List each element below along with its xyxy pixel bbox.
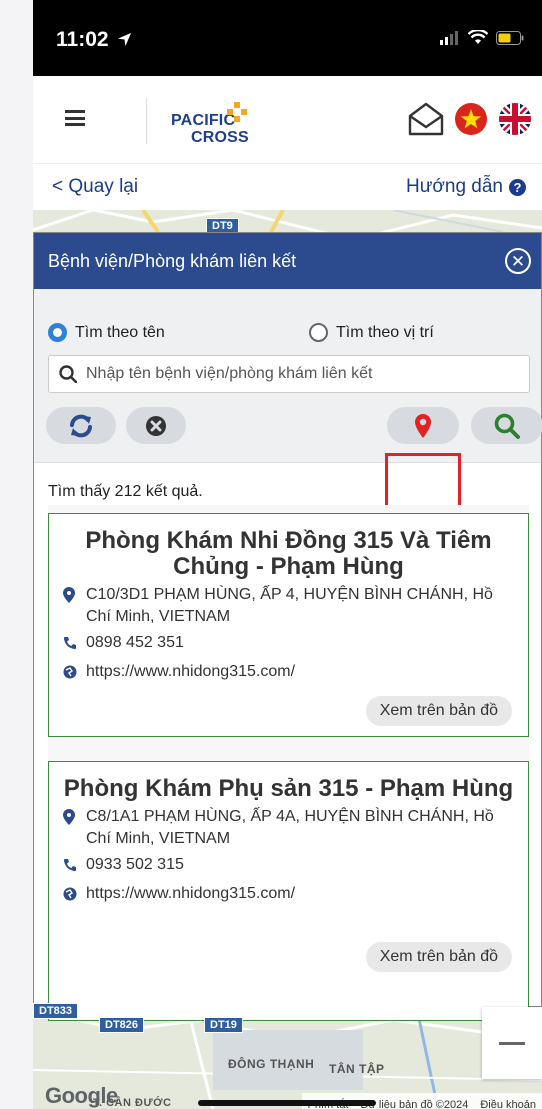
search-input[interactable]: Nhập tên bệnh viện/phòng khám liên kết (48, 355, 530, 393)
modal-header: Bệnh viện/Phòng khám liên kết ✕ (34, 233, 541, 289)
wifi-icon (468, 30, 488, 44)
clinic-address-text: C10/3D1 PHẠM HÙNG, ẤP 4, HUYỆN BÌNH CHÁN… (86, 586, 493, 625)
home-indicator (198, 1100, 376, 1106)
minus-icon (499, 1041, 525, 1045)
place-label-tan-tap: TÂN TẬP (329, 1062, 385, 1076)
header-actions (408, 102, 532, 136)
uk-flag-icon[interactable] (498, 102, 532, 136)
cellular-signal-icon (440, 30, 458, 45)
pacific-cross-logo[interactable]: PACIFIC CROSS (171, 102, 261, 146)
partner-clinics-modal: Bệnh viện/Phòng khám liên kết ✕ Tìm theo… (33, 232, 542, 1021)
clinic-address-text: C8/1A1 PHẠM HÙNG, ẤP 4A, HUYỆN BÌNH CHÁN… (86, 808, 494, 847)
results-list[interactable]: Phòng Khám Nhi Đồng 315 Và Tiêm Chủng - … (48, 505, 529, 1021)
battery-icon (496, 30, 524, 45)
radio-label-location: Tìm theo vị trí (336, 323, 434, 341)
clinic-phone-text[interactable]: 0933 502 315 (86, 854, 184, 876)
logo-line-2: CROSS (191, 129, 249, 146)
clinic-phone-text[interactable]: 0898 452 351 (86, 632, 184, 654)
clear-icon (146, 415, 166, 436)
clinic-address: C10/3D1 PHẠM HÙNG, ẤP 4, HUYỆN BÌNH CHÁN… (63, 584, 514, 628)
question-icon: ? (509, 178, 526, 196)
view-on-map-button[interactable]: Xem trên bản đồ (365, 942, 512, 972)
map-marker-icon (63, 809, 75, 825)
help-label: Hướng dẫn (405, 176, 503, 197)
status-bar: 11:02 (33, 0, 542, 76)
close-icon[interactable]: ✕ (505, 248, 531, 274)
help-link[interactable]: Hướng dẫn ? (406, 176, 526, 198)
map-data-text: Dữ liệu bản đồ ©2024 (360, 1098, 469, 1109)
phone-icon (63, 859, 76, 872)
clinic-name: Phòng Khám Phụ sản 315 - Phạm Hùng (63, 775, 514, 802)
clinic-website-text[interactable]: https://www.nhidong315.com/ (86, 883, 295, 905)
search-placeholder: Nhập tên bệnh viện/phòng khám liên kết (86, 365, 373, 382)
radio-selected-icon (48, 323, 67, 342)
logo-line-1: PACIFIC (171, 112, 236, 129)
result-card[interactable]: Phòng Khám Nhi Đồng 315 Và Tiêm Chủng - … (48, 513, 529, 737)
phone-icon (63, 637, 76, 650)
road-tag-dt833: DT833 (33, 1003, 79, 1019)
status-time: 11:02 (56, 28, 132, 52)
clinic-phone: 0898 452 351 (63, 632, 514, 657)
place-label-dong-thanh: ĐÔNG THẠNH (228, 1057, 315, 1071)
map-marker-icon (63, 587, 75, 603)
search-icon (59, 365, 77, 383)
google-logo: Google (45, 1083, 118, 1108)
search-button[interactable] (471, 407, 542, 444)
location-arrow-icon (118, 32, 132, 47)
view-on-map-button[interactable]: Xem trên bản đồ (365, 696, 512, 726)
navigation-row: < Quay lại Hướng dẫn ? (33, 164, 542, 210)
envelope-icon[interactable] (408, 102, 444, 136)
radio-unselected-icon (309, 323, 328, 342)
result-count: Tìm thấy 212 kết quả. (48, 483, 203, 500)
map-bottom: DT833 DT826 DT19 ĐÔNG THẠNH TÂN TẬP T. C… (33, 1003, 542, 1109)
phone-screen: 11:02 PACIFIC CROSS < Quay lại Hướng dẫn… (33, 0, 542, 1109)
radio-label-name: Tìm theo tên (75, 323, 165, 341)
clear-button[interactable] (126, 407, 186, 444)
hamburger-icon[interactable] (65, 110, 85, 126)
locate-button-highlight (385, 453, 461, 513)
search-icon (494, 413, 520, 439)
clinic-phone: 0933 502 315 (63, 854, 514, 879)
road-tag-dt19: DT19 (204, 1017, 243, 1033)
clinic-name: Phòng Khám Nhi Đồng 315 Và Tiêm Chủng - … (85, 527, 492, 580)
status-icons (440, 30, 524, 45)
vietnam-flag-icon[interactable] (454, 102, 488, 136)
terms-link[interactable]: Điều khoản (480, 1099, 536, 1109)
app-header: PACIFIC CROSS (33, 76, 542, 164)
search-panel: Tìm theo tên Tìm theo vị trí Nhập tên bệ… (34, 289, 542, 513)
globe-icon (63, 665, 77, 679)
map-marker-icon (415, 413, 431, 438)
result-card[interactable]: Phòng Khám Phụ sản 315 - Phạm Hùng C8/1A… (48, 761, 529, 1021)
modal-title: Bệnh viện/Phòng khám liên kết (48, 251, 297, 271)
back-link[interactable]: < Quay lại (52, 176, 138, 198)
radio-search-by-name[interactable]: Tìm theo tên (48, 323, 165, 342)
clinic-website: https://www.nhidong315.com/ (63, 883, 514, 908)
logo-cross-icon (227, 102, 247, 122)
radio-search-by-location[interactable]: Tìm theo vị trí (309, 323, 434, 342)
logo-divider (146, 98, 147, 144)
clinic-website: https://www.nhidong315.com/ (63, 661, 514, 686)
zoom-out-button[interactable] (482, 1007, 542, 1079)
road-tag-dt826: DT826 (99, 1017, 145, 1033)
refresh-button[interactable] (46, 407, 116, 444)
locate-button[interactable] (387, 407, 459, 444)
clinic-address: C8/1A1 PHẠM HÙNG, ẤP 4A, HUYỆN BÌNH CHÁN… (63, 806, 514, 850)
refresh-icon (70, 414, 92, 437)
globe-icon (63, 887, 77, 901)
clinic-website-text[interactable]: https://www.nhidong315.com/ (86, 661, 295, 683)
